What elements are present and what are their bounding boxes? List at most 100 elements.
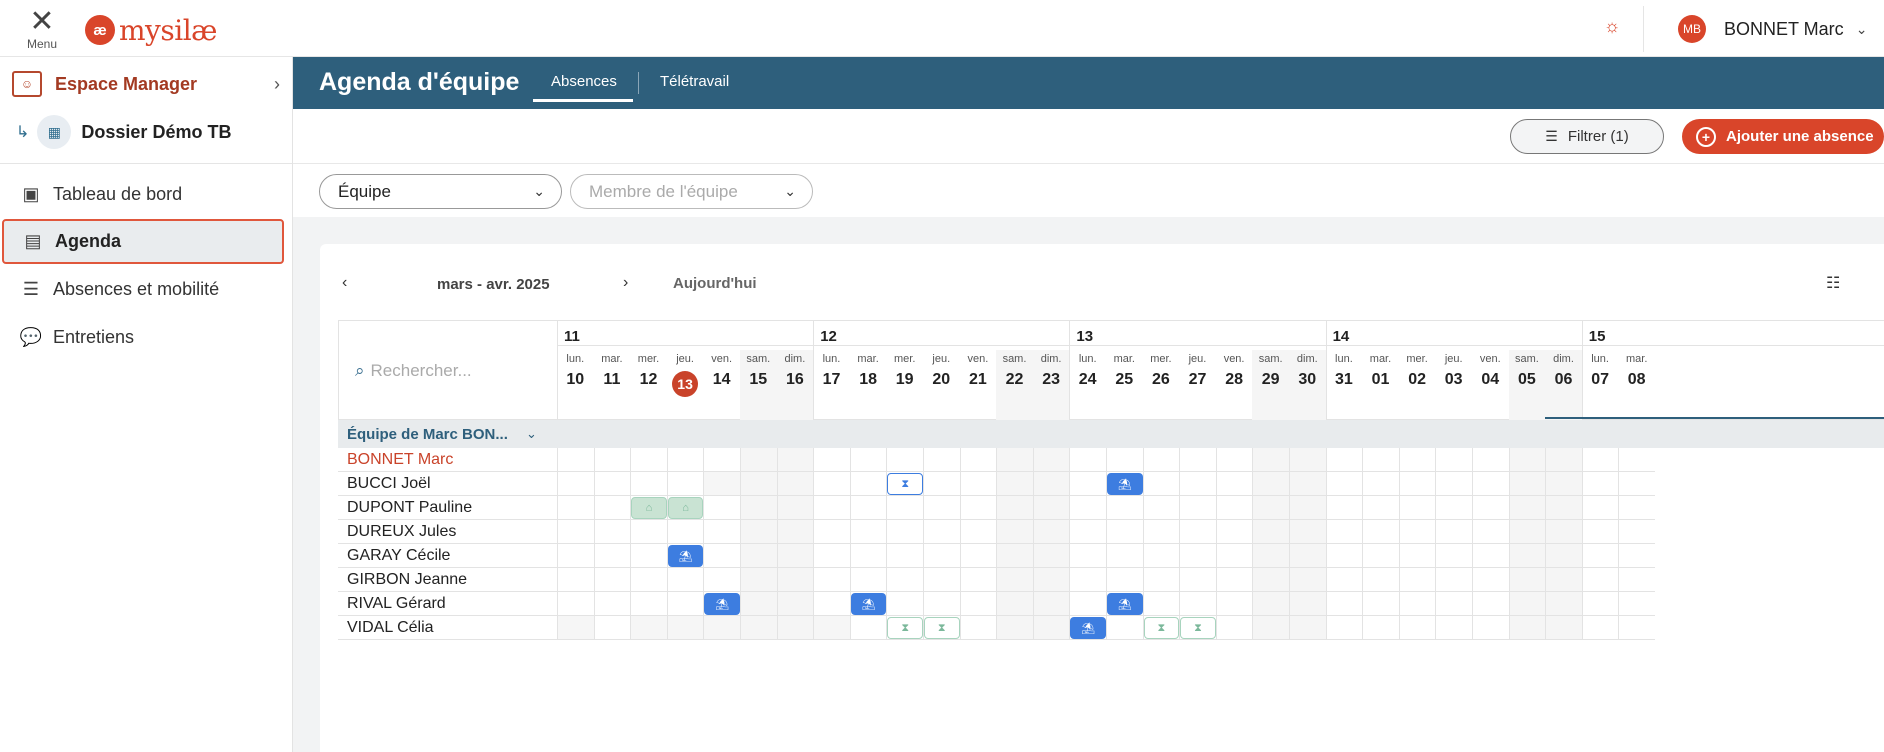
day-cell[interactable] [557,520,594,544]
day-cell[interactable] [1545,448,1582,472]
day-cell[interactable] [1215,568,1253,592]
hourglass-icon[interactable]: ⧗ [887,473,923,495]
day-cell[interactable] [1032,472,1070,496]
day-cell[interactable] [1106,616,1143,640]
day-cell[interactable] [849,496,887,520]
day-cell[interactable] [593,448,631,472]
employee-name[interactable]: BUCCI Joël [347,475,431,493]
mysilae-logo[interactable]: æ mysilæ [85,12,217,48]
day-cell[interactable] [1252,568,1289,592]
day-cell[interactable] [813,568,850,592]
day-cell[interactable] [1398,616,1436,640]
day-cell[interactable] [959,544,997,568]
day-cell[interactable] [1545,592,1582,616]
day-cell[interactable] [1435,616,1472,640]
day-cell[interactable] [886,520,923,544]
day-cell[interactable] [1581,616,1619,640]
add-absence-button[interactable]: + Ajouter une absence [1682,119,1884,154]
day-cell[interactable] [996,472,1033,496]
day-cell[interactable] [557,616,594,640]
employee-name[interactable]: DUREUX Jules [347,523,456,541]
day-cell[interactable] [886,592,923,616]
list-view-icon[interactable]: ☷ [1826,273,1840,293]
day-cell[interactable] [666,568,704,592]
day-cell[interactable] [1252,616,1289,640]
day-cell[interactable] [1472,448,1509,472]
sun-icon[interactable]: ☼ [1600,16,1624,40]
day-cell[interactable] [1289,472,1326,496]
day-cell[interactable] [630,520,667,544]
day-cell[interactable] [557,592,594,616]
menu-button[interactable]: ✕ Menu [22,7,62,52]
day-cell[interactable] [1142,448,1180,472]
home-icon[interactable]: ⌂ [631,497,667,519]
umbrella-icon[interactable]: ⛱ [704,593,740,615]
day-cell[interactable] [1069,448,1106,472]
day-cell[interactable] [959,496,997,520]
day-cell[interactable] [1581,520,1619,544]
day-cell[interactable] [886,544,923,568]
day-cell[interactable] [1215,544,1253,568]
umbrella-icon[interactable]: ⛱ [1070,617,1106,639]
hourglass-icon[interactable]: ⧗ [1180,617,1216,639]
day-cell[interactable] [776,544,814,568]
day-cell[interactable] [1179,496,1216,520]
day-cell[interactable] [1545,544,1582,568]
day-cell[interactable] [1252,544,1289,568]
hourglass-icon[interactable]: ⧗ [887,617,923,639]
employee-name[interactable]: GARAY Cécile [347,547,450,565]
sidebar-item-tableau-de-bord[interactable]: ▣ Tableau de bord [0,172,282,217]
day-cell[interactable] [776,616,814,640]
sidebar-item-entretiens[interactable]: 💬 Entretiens [0,315,282,360]
day-cell[interactable] [1435,568,1472,592]
day-cell[interactable] [886,448,923,472]
day-cell[interactable] [1398,568,1436,592]
day-cell[interactable] [740,592,777,616]
day-cell[interactable] [666,448,704,472]
day-cell[interactable] [776,520,814,544]
day-cell[interactable] [1508,568,1546,592]
day-cell[interactable] [1398,520,1436,544]
day-cell[interactable] [1508,592,1546,616]
day-cell[interactable] [740,520,777,544]
day-cell[interactable] [849,616,887,640]
employee-name[interactable]: RIVAL Gérard [347,595,446,613]
day-cell[interactable] [813,520,850,544]
day-cell[interactable] [740,544,777,568]
day-cell[interactable] [1618,592,1655,616]
day-cell[interactable] [923,448,960,472]
day-cell[interactable] [1069,592,1106,616]
day-cell[interactable] [996,448,1033,472]
day-cell[interactable] [1325,592,1363,616]
day-cell[interactable] [557,472,594,496]
day-cell[interactable] [593,520,631,544]
day-cell[interactable] [813,448,850,472]
day-cell[interactable] [1508,448,1546,472]
day-cell[interactable] [996,544,1033,568]
day-cell[interactable] [1398,496,1436,520]
day-cell[interactable] [1325,544,1363,568]
day-cell[interactable] [1325,568,1363,592]
day-cell[interactable] [630,592,667,616]
day-cell[interactable] [1508,496,1546,520]
day-cell[interactable] [740,616,777,640]
day-cell[interactable] [813,496,850,520]
day-cell[interactable] [557,544,594,568]
day-cell[interactable] [1215,592,1253,616]
day-cell[interactable] [1179,472,1216,496]
day-cell[interactable] [1398,592,1436,616]
day-cell[interactable] [776,448,814,472]
day-cell[interactable] [1618,616,1655,640]
home-icon[interactable]: ⌂ [667,497,704,519]
day-cell[interactable] [630,448,667,472]
day-cell[interactable] [703,616,740,640]
day-cell[interactable] [959,472,997,496]
day-cell[interactable] [1472,568,1509,592]
day-cell[interactable] [1106,448,1143,472]
day-cell[interactable] [740,568,777,592]
membre-select[interactable]: Membre de l'équipe ⌄ [570,174,813,209]
chevron-left-icon[interactable]: ‹ [342,274,347,292]
day-cell[interactable] [630,568,667,592]
day-cell[interactable] [1362,496,1399,520]
day-cell[interactable] [1435,592,1472,616]
